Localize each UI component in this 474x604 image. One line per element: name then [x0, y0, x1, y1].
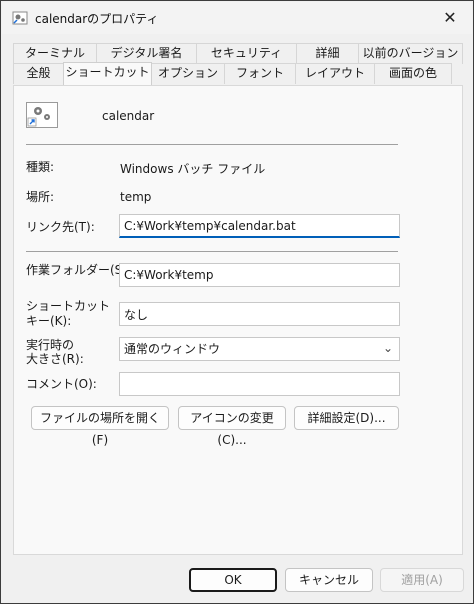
close-button[interactable]: ✕ — [440, 8, 460, 28]
open-file-location-button[interactable]: ファイルの場所を開く(F) — [31, 406, 169, 447]
tab-terminal[interactable]: ターミナル — [13, 43, 97, 64]
shortcut-name: calendar — [102, 109, 155, 123]
shortcut-icon — [26, 102, 58, 128]
tab-general[interactable]: 全般 — [13, 63, 64, 84]
comment-label: コメント(O): — [26, 377, 97, 391]
divider — [26, 251, 398, 252]
change-icon-button[interactable]: アイコンの変更(C)... — [178, 406, 286, 447]
tab-screen-colors[interactable]: 画面の色 — [374, 63, 452, 84]
start-in-field[interactable] — [119, 263, 400, 287]
tab-previous-versions[interactable]: 以前のバージョン — [358, 43, 463, 64]
type-label: 種類: — [26, 160, 55, 174]
hotkey-field[interactable] — [119, 302, 400, 326]
location-label: 場所: — [26, 190, 55, 204]
cancel-button[interactable]: キャンセル — [285, 568, 373, 592]
target-label: リンク先(T): — [26, 220, 95, 234]
run-label-line2: 大きさ(R): — [26, 352, 84, 366]
divider — [26, 144, 398, 145]
ok-button[interactable]: OK — [189, 568, 277, 592]
gear-shortcut-icon — [12, 11, 28, 25]
tab-row-back: ターミナル デジタル署名 セキュリティ 詳細 以前のバージョン — [13, 43, 463, 64]
location-value: temp — [120, 190, 152, 204]
hotkey-label-line1: ショートカット — [26, 299, 111, 313]
run-select[interactable]: 通常のウィンドウ ⌄ — [119, 337, 400, 361]
type-value: Windows バッチ ファイル — [120, 162, 266, 176]
tab-layout[interactable]: レイアウト — [295, 63, 375, 84]
chevron-down-icon: ⌄ — [382, 341, 393, 355]
tab-row-front: 全般 ショートカット オプション フォント レイアウト 画面の色 — [13, 62, 452, 85]
run-label-line1: 実行時の — [26, 338, 75, 352]
gear-icon — [27, 107, 50, 127]
advanced-button[interactable]: 詳細設定(D)... — [294, 406, 399, 430]
title-bar: calendarのプロパティ ✕ — [2, 2, 472, 34]
properties-dialog: calendarのプロパティ ✕ ターミナル デジタル署名 セキュリティ 詳細 … — [0, 0, 474, 604]
tab-font[interactable]: フォント — [224, 63, 296, 84]
target-field[interactable] — [119, 214, 400, 238]
comment-field[interactable] — [119, 372, 400, 396]
window-title: calendarのプロパティ — [35, 12, 159, 26]
apply-button[interactable]: 適用(A) — [380, 568, 464, 592]
tab-shortcut[interactable]: ショートカット — [63, 62, 152, 85]
tab-digital-signature[interactable]: デジタル署名 — [96, 43, 197, 64]
hotkey-label-line2: キー(K): — [26, 314, 72, 328]
run-select-value: 通常のウィンドウ — [124, 342, 221, 356]
tab-options[interactable]: オプション — [151, 63, 225, 84]
start-in-label: 作業フォルダー(S): — [26, 263, 132, 277]
tab-details[interactable]: 詳細 — [296, 43, 359, 64]
tab-security[interactable]: セキュリティ — [196, 43, 297, 64]
